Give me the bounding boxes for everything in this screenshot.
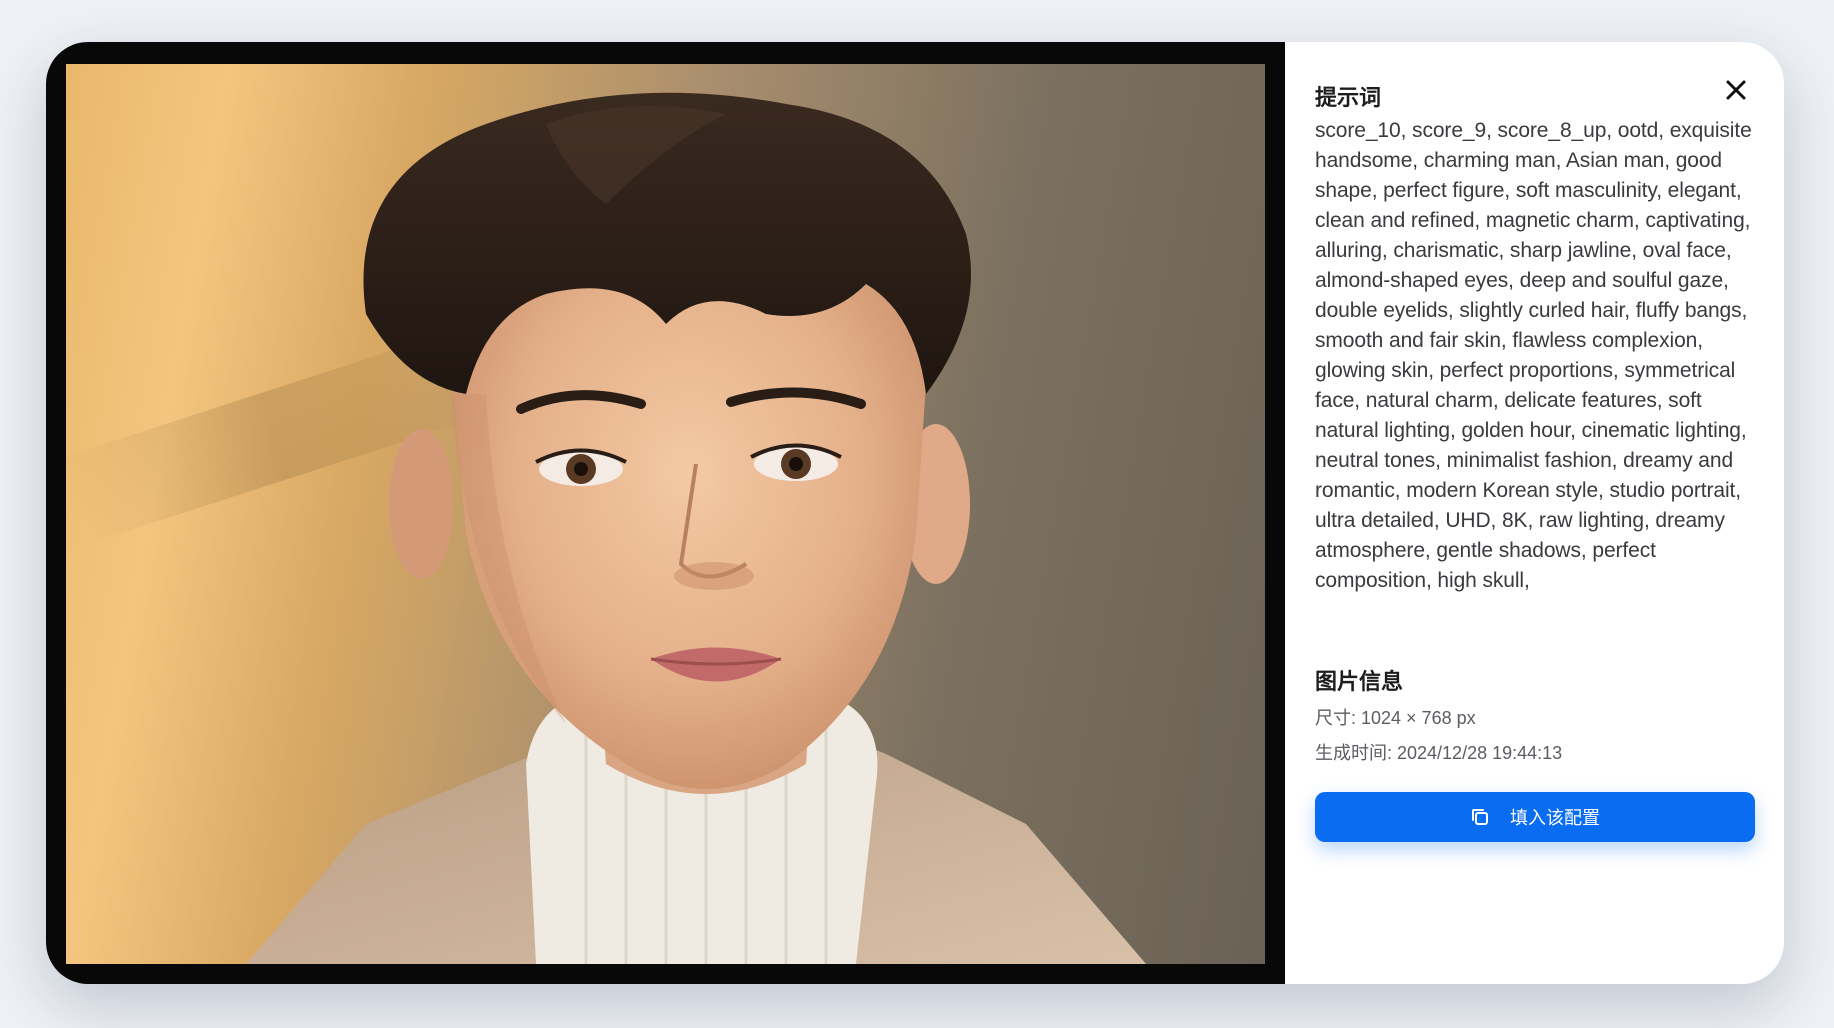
image-detail-modal: 提示词 score_10, score_9, score_8_up, ootd,… <box>46 42 1784 984</box>
close-button[interactable] <box>1716 70 1756 110</box>
image-preview-pane <box>46 42 1285 984</box>
fill-config-label: 填入该配置 <box>1510 808 1600 828</box>
prompt-text: score_10, score_9, score_8_up, ootd, exq… <box>1315 119 1752 592</box>
prompt-section-title: 提示词 <box>1315 85 1382 110</box>
close-icon <box>1726 80 1746 100</box>
image-info-title: 图片信息 <box>1315 669 1404 694</box>
generated-portrait-image <box>66 64 1265 964</box>
fill-config-button[interactable]: 填入该配置 <box>1315 792 1755 842</box>
image-size-info: 尺寸: 1024 × 768 px <box>1315 708 1476 728</box>
image-info-panel: 提示词 score_10, score_9, score_8_up, ootd,… <box>1285 42 1784 984</box>
generation-time-info: 生成时间: 2024/12/28 19:44:13 <box>1315 743 1563 763</box>
copy-icon <box>1472 809 1488 825</box>
